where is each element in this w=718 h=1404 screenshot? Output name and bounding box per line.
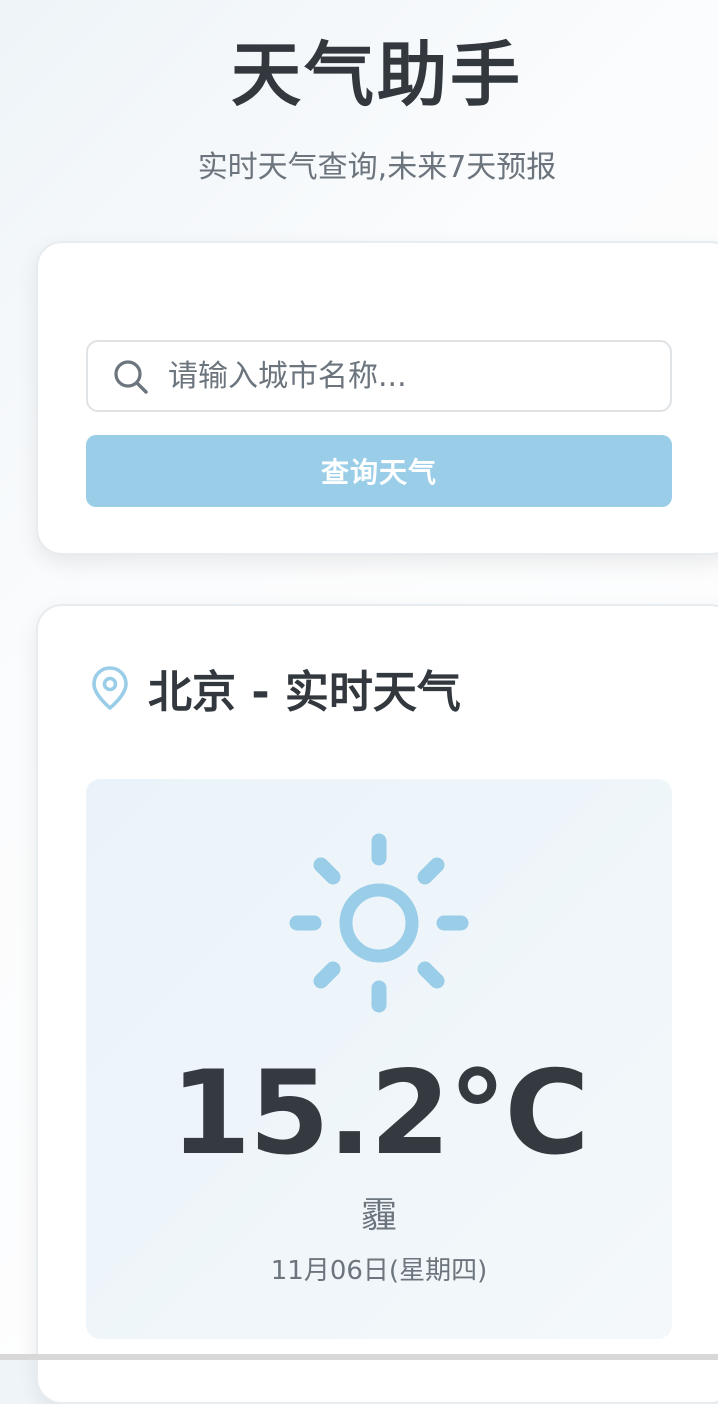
search-input[interactable] [168,350,658,402]
current-weather-card: 北京 - 实时天气 15.2°C 霾 11月06日(星期四) [36,604,718,1404]
search-card: 查询天气 [36,241,718,555]
weather-date: 11月06日(星期四) [270,1256,488,1286]
location-title: 北京 - 实时天气 [148,667,461,718]
search-icon [114,360,148,394]
map-pin-icon [92,666,128,710]
app-subtitle: 实时天气查询,未来7天预报 [197,150,557,185]
current-temperature: 15.2°C [170,1046,589,1181]
weather-condition: 霾 [360,1195,397,1236]
location-header: 北京 - 实时天气 [90,658,461,718]
sun-icon [289,833,469,1013]
app-title: 天气助手 [231,34,523,116]
bottom-scroll-edge [0,1354,718,1360]
query-weather-button[interactable]: 查询天气 [86,435,672,507]
search-box[interactable] [86,340,672,412]
weather-app-page: 天气助手 实时天气查询,未来7天预报 查询天气 北京 - 实时天气 [0,0,718,1404]
current-weather-panel: 15.2°C 霾 11月06日(星期四) [86,779,672,1339]
